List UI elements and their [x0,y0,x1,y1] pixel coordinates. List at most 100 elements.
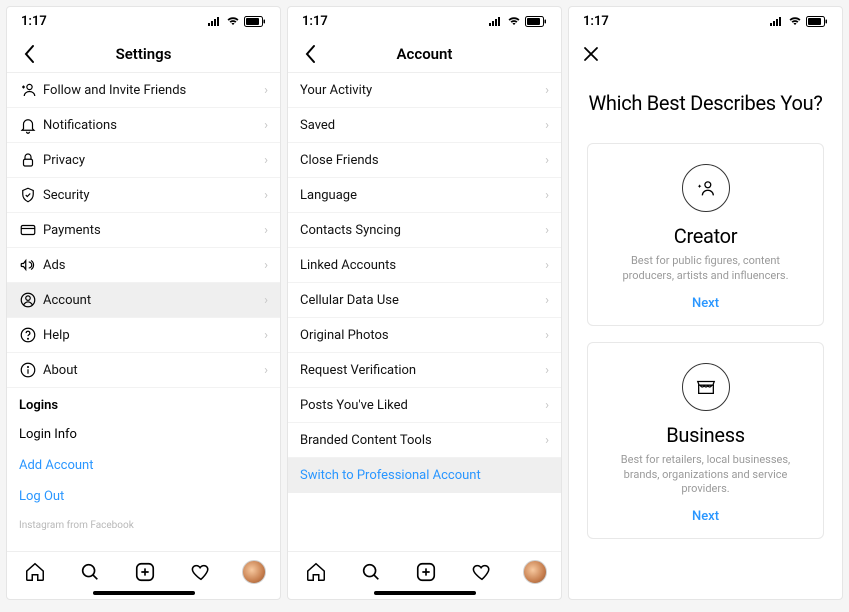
battery-icon [244,16,266,27]
settings-item-account[interactable]: Account › [7,283,280,318]
item-label: About [43,363,264,378]
status-bar: 1:17 [288,7,561,35]
screen-account: 1:17 Account Your Activity› Saved› Close… [287,6,562,600]
search-icon [360,561,382,583]
heart-icon [471,561,493,583]
chevron-right-icon: › [545,153,549,168]
option-creator-card[interactable]: Creator Best for public figures, content… [587,143,824,326]
chevron-right-icon: › [545,433,549,448]
settings-item-about[interactable]: About › [7,353,280,388]
back-button[interactable] [15,40,43,68]
option-title: Business [604,423,807,447]
item-label: Switch to Professional Account [300,468,549,483]
tab-home[interactable] [21,558,49,586]
status-time: 1:17 [302,14,328,29]
heart-icon [190,561,212,583]
account-item-saved[interactable]: Saved› [288,108,561,143]
account-item-switch-professional[interactable]: Switch to Professional Account [288,458,561,493]
login-info-row[interactable]: Login Info [7,419,280,450]
status-time: 1:17 [21,14,47,29]
chevron-right-icon: › [545,398,549,413]
status-bar: 1:17 [7,7,280,35]
settings-item-help[interactable]: Help › [7,318,280,353]
status-indicators [489,16,547,27]
chevron-right-icon: › [545,188,549,203]
tab-activity[interactable] [187,558,215,586]
tab-search[interactable] [357,558,385,586]
account-item-linked-accounts[interactable]: Linked Accounts› [288,248,561,283]
item-label: Log Out [19,489,64,504]
chevron-left-icon [23,44,35,64]
creator-icon [682,164,730,212]
settings-item-privacy[interactable]: Privacy › [7,143,280,178]
item-label: Original Photos [300,328,545,343]
chevron-right-icon: › [545,293,549,308]
tab-home[interactable] [302,558,330,586]
account-item-contacts-syncing[interactable]: Contacts Syncing› [288,213,561,248]
option-title: Creator [604,224,807,248]
account-list: Your Activity› Saved› Close Friends› Lan… [288,73,561,551]
footer-note: Instagram from Facebook [7,512,280,531]
item-label: Payments [43,223,264,238]
screen-describe-you: 1:17 Which Best Describes You? Creator B… [568,6,843,600]
item-label: Follow and Invite Friends [43,83,264,98]
settings-item-payments[interactable]: Payments › [7,213,280,248]
home-icon [24,561,46,583]
shield-icon [19,186,43,204]
option-desc: Best for public figures, content produce… [604,254,807,284]
tab-search[interactable] [76,558,104,586]
item-label: Security [43,188,264,203]
account-item-cellular-data-use[interactable]: Cellular Data Use› [288,283,561,318]
item-label: Linked Accounts [300,258,545,273]
status-time: 1:17 [583,14,609,29]
plus-square-icon [415,561,437,583]
settings-item-follow-invite[interactable]: Follow and Invite Friends › [7,73,280,108]
header: Settings [7,35,280,73]
item-label: Cellular Data Use [300,293,545,308]
settings-item-security[interactable]: Security › [7,178,280,213]
creator-next-button[interactable]: Next [604,296,807,311]
account-item-posts-liked[interactable]: Posts You've Liked› [288,388,561,423]
settings-item-notifications[interactable]: Notifications › [7,108,280,143]
account-item-original-photos[interactable]: Original Photos› [288,318,561,353]
tab-profile[interactable] [242,560,266,584]
page-title: Account [397,45,453,63]
tab-activity[interactable] [468,558,496,586]
header: Account [288,35,561,73]
chevron-right-icon: › [545,328,549,343]
person-icon [19,291,43,309]
account-item-language[interactable]: Language› [288,178,561,213]
bell-icon [19,116,43,134]
tab-new-post[interactable] [412,558,440,586]
chevron-right-icon: › [264,223,268,238]
account-item-branded-content-tools[interactable]: Branded Content Tools› [288,423,561,458]
account-item-your-activity[interactable]: Your Activity› [288,73,561,108]
log-out-row[interactable]: Log Out [7,481,280,512]
add-account-row[interactable]: Add Account [7,450,280,481]
wifi-icon [788,16,802,26]
business-next-button[interactable]: Next [604,509,807,524]
account-item-close-friends[interactable]: Close Friends› [288,143,561,178]
megaphone-icon [19,256,43,274]
settings-item-ads[interactable]: Ads › [7,248,280,283]
item-label: Saved [300,118,545,133]
home-icon [305,561,327,583]
account-item-request-verification[interactable]: Request Verification› [288,353,561,388]
signal-icon [489,16,503,26]
tab-profile[interactable] [523,560,547,584]
option-business-card[interactable]: Business Best for retailers, local busin… [587,342,824,540]
item-label: Posts You've Liked [300,398,545,413]
page-heading: Which Best Describes You? [587,91,824,115]
close-icon [582,45,600,63]
close-button[interactable] [577,40,605,68]
chevron-right-icon: › [264,83,268,98]
home-indicator [374,591,476,595]
chevron-right-icon: › [264,188,268,203]
back-button[interactable] [296,40,324,68]
info-icon [19,361,43,379]
tab-new-post[interactable] [131,558,159,586]
battery-icon [525,16,547,27]
card-icon [19,221,43,239]
chevron-right-icon: › [545,83,549,98]
chevron-right-icon: › [264,153,268,168]
